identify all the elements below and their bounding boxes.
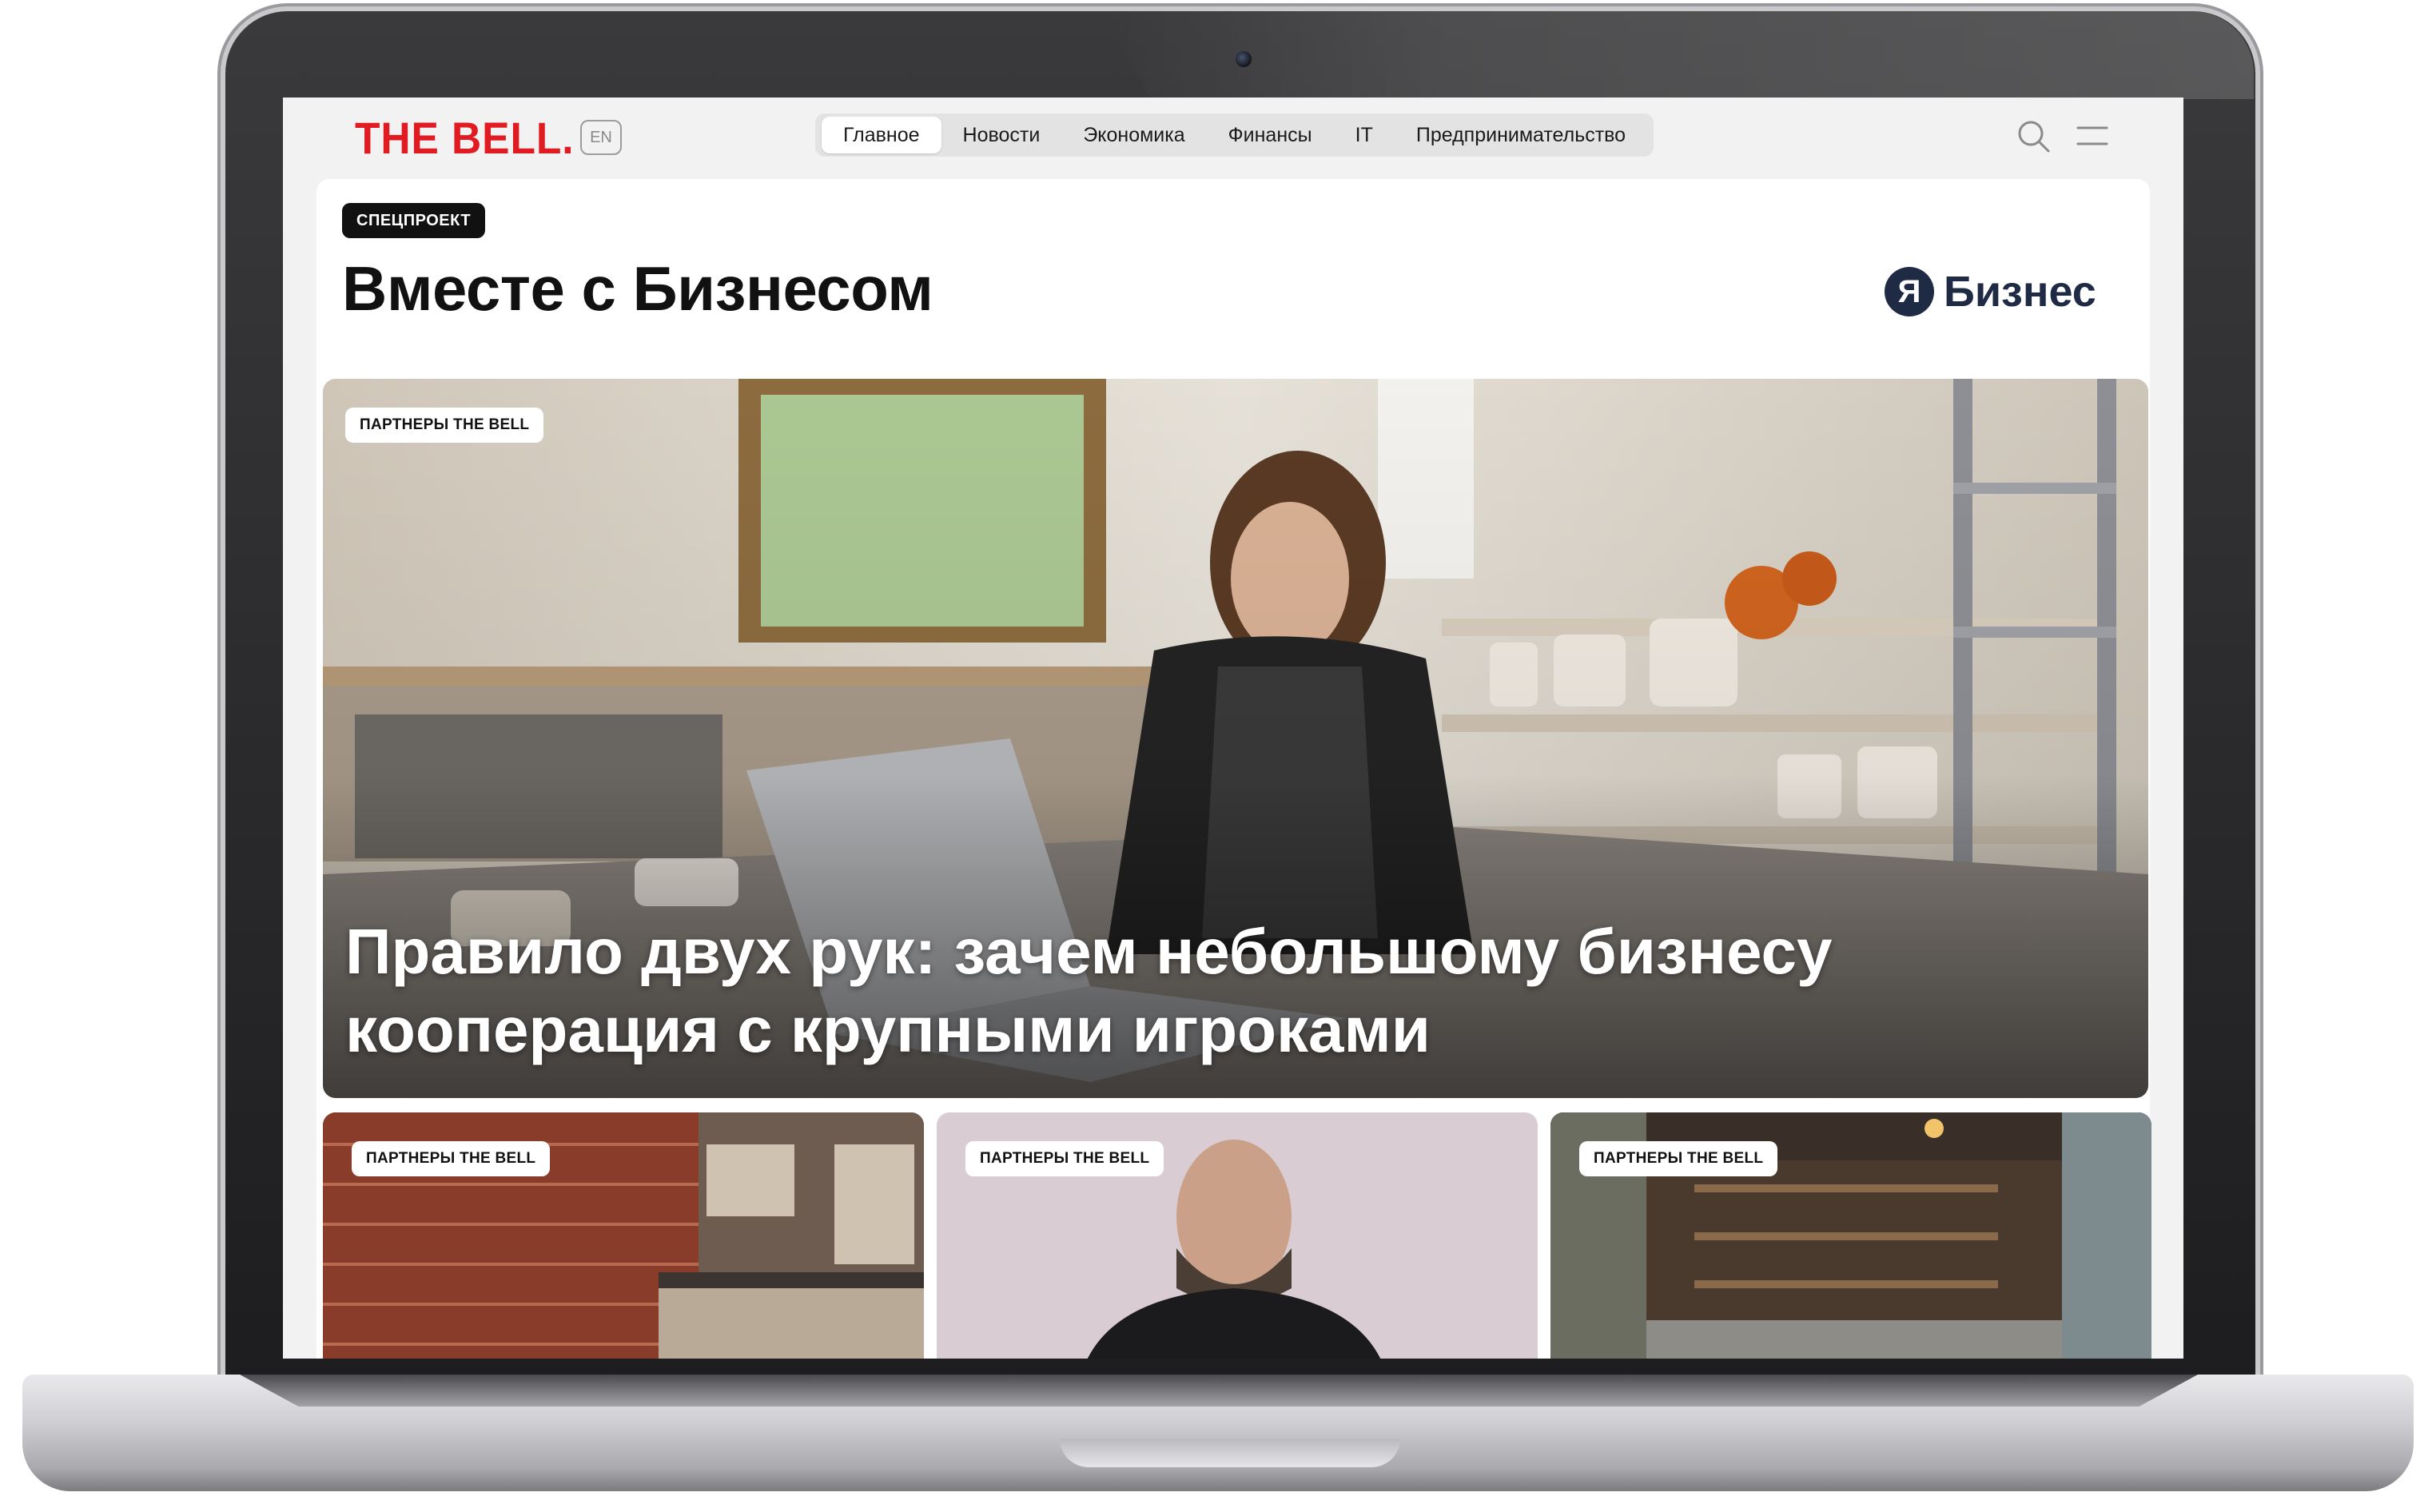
hero-partner-badge: ПАРТНЕРЫ THE BELL [345,408,544,443]
language-switch[interactable]: EN [580,120,622,155]
card-2-partner-badge: ПАРТНЕРЫ THE BELL [965,1141,1164,1176]
page-title: Вместе с Бизнесом [342,253,933,324]
card-3-partner-badge: ПАРТНЕРЫ THE BELL [1579,1141,1778,1176]
partner-logo[interactable]: Я Бизнес [1885,264,2096,320]
site-logo[interactable]: THE BELL. [355,112,574,164]
ya-logo-icon: Я [1885,267,1934,316]
content-panel: СПЕЦПРОЕКТ Вместе с Бизнесом Я Бизнес ПА… [316,179,2151,1359]
article-card-3[interactable]: ПАРТНЕРЫ THE BELL [1550,1112,2151,1359]
laptop-hinge [240,1375,2198,1407]
nav-item-it[interactable]: IT [1334,117,1395,153]
lid-reflection [1103,11,2254,99]
main-nav: Главное Новости Экономика Финансы IT Пре… [815,113,1654,157]
nav-item-news[interactable]: Новости [941,117,1062,153]
article-card-1[interactable]: ПАРТНЕРЫ THE BELL [323,1112,924,1359]
camera [1236,51,1252,67]
menu-icon[interactable] [2076,123,2108,149]
site-header: THE BELL. EN Главное Новости Экономика Ф… [283,97,2183,176]
card-1-partner-badge: ПАРТНЕРЫ THE BELL [352,1141,551,1176]
partner-logo-text: Бизнес [1944,268,2096,316]
nav-item-economy[interactable]: Экономика [1061,117,1206,153]
hero-title[interactable]: Правило двух рук: зачем небольшому бизне… [345,913,2008,1069]
nav-item-main[interactable]: Главное [822,117,941,153]
nav-item-business[interactable]: Предпринимательство [1395,117,1647,153]
browser-screen: THE BELL. EN Главное Новости Экономика Ф… [283,97,2183,1359]
nav-item-finance[interactable]: Финансы [1207,117,1334,153]
article-card-2[interactable]: ПАРТНЕРЫ THE BELL [937,1112,1538,1359]
search-icon[interactable] [2016,118,2051,153]
laptop-notch [1060,1438,1400,1467]
special-project-badge: СПЕЦПРОЕКТ [342,203,486,238]
hero-article[interactable]: ПАРТНЕРЫ THE BELL Правило двух рук: заче… [323,379,2148,1098]
